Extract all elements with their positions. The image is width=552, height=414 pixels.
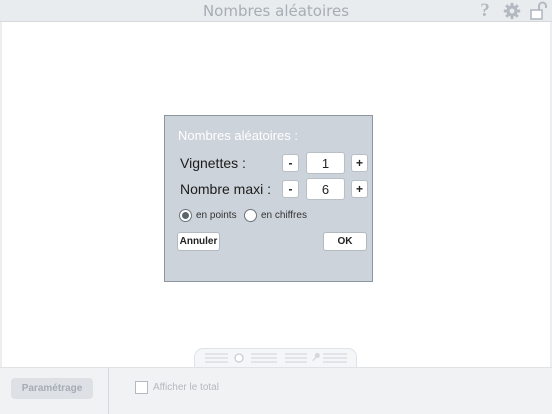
vignettes-label: Vignettes :: [180, 155, 246, 171]
nombre-maxi-plus-button[interactable]: +: [351, 180, 368, 198]
help-icon[interactable]: ?: [474, 0, 496, 21]
nombre-maxi-minus-button[interactable]: -: [282, 180, 299, 198]
divider: [108, 368, 109, 414]
title-bar: Nombres aléatoires ?: [0, 0, 552, 22]
dialog-title: Nombres aléatoires :: [178, 128, 298, 143]
bottom-drawer-handle[interactable]: [194, 348, 357, 368]
app-title: Nombres aléatoires: [202, 2, 350, 20]
vignettes-plus-button[interactable]: +: [351, 154, 368, 172]
afficher-total-label: Afficher le total: [153, 382, 219, 393]
radio-en-chiffres-label: en chiffres: [261, 210, 307, 221]
nombre-maxi-label: Nombre maxi :: [180, 181, 272, 197]
gear-icon[interactable]: [501, 1, 523, 21]
vignettes-minus-button[interactable]: -: [282, 154, 299, 172]
afficher-total-checkbox[interactable]: [135, 381, 148, 394]
frame-left: [0, 22, 2, 367]
random-numbers-dialog: Nombres aléatoires : Vignettes : - 1 + N…: [164, 115, 373, 282]
vignettes-value[interactable]: 1: [306, 152, 345, 174]
ok-button[interactable]: OK: [323, 232, 367, 251]
radio-en-points[interactable]: [179, 209, 192, 222]
lock-icon[interactable]: [528, 1, 550, 21]
radio-en-points-label: en points: [196, 210, 237, 221]
parametrage-button[interactable]: Paramétrage: [11, 378, 93, 399]
nombre-maxi-value[interactable]: 6: [306, 178, 345, 200]
bottom-bar: Paramétrage Afficher le total: [0, 367, 552, 414]
radio-en-chiffres[interactable]: [244, 209, 257, 222]
cancel-button[interactable]: Annuler: [177, 232, 220, 251]
